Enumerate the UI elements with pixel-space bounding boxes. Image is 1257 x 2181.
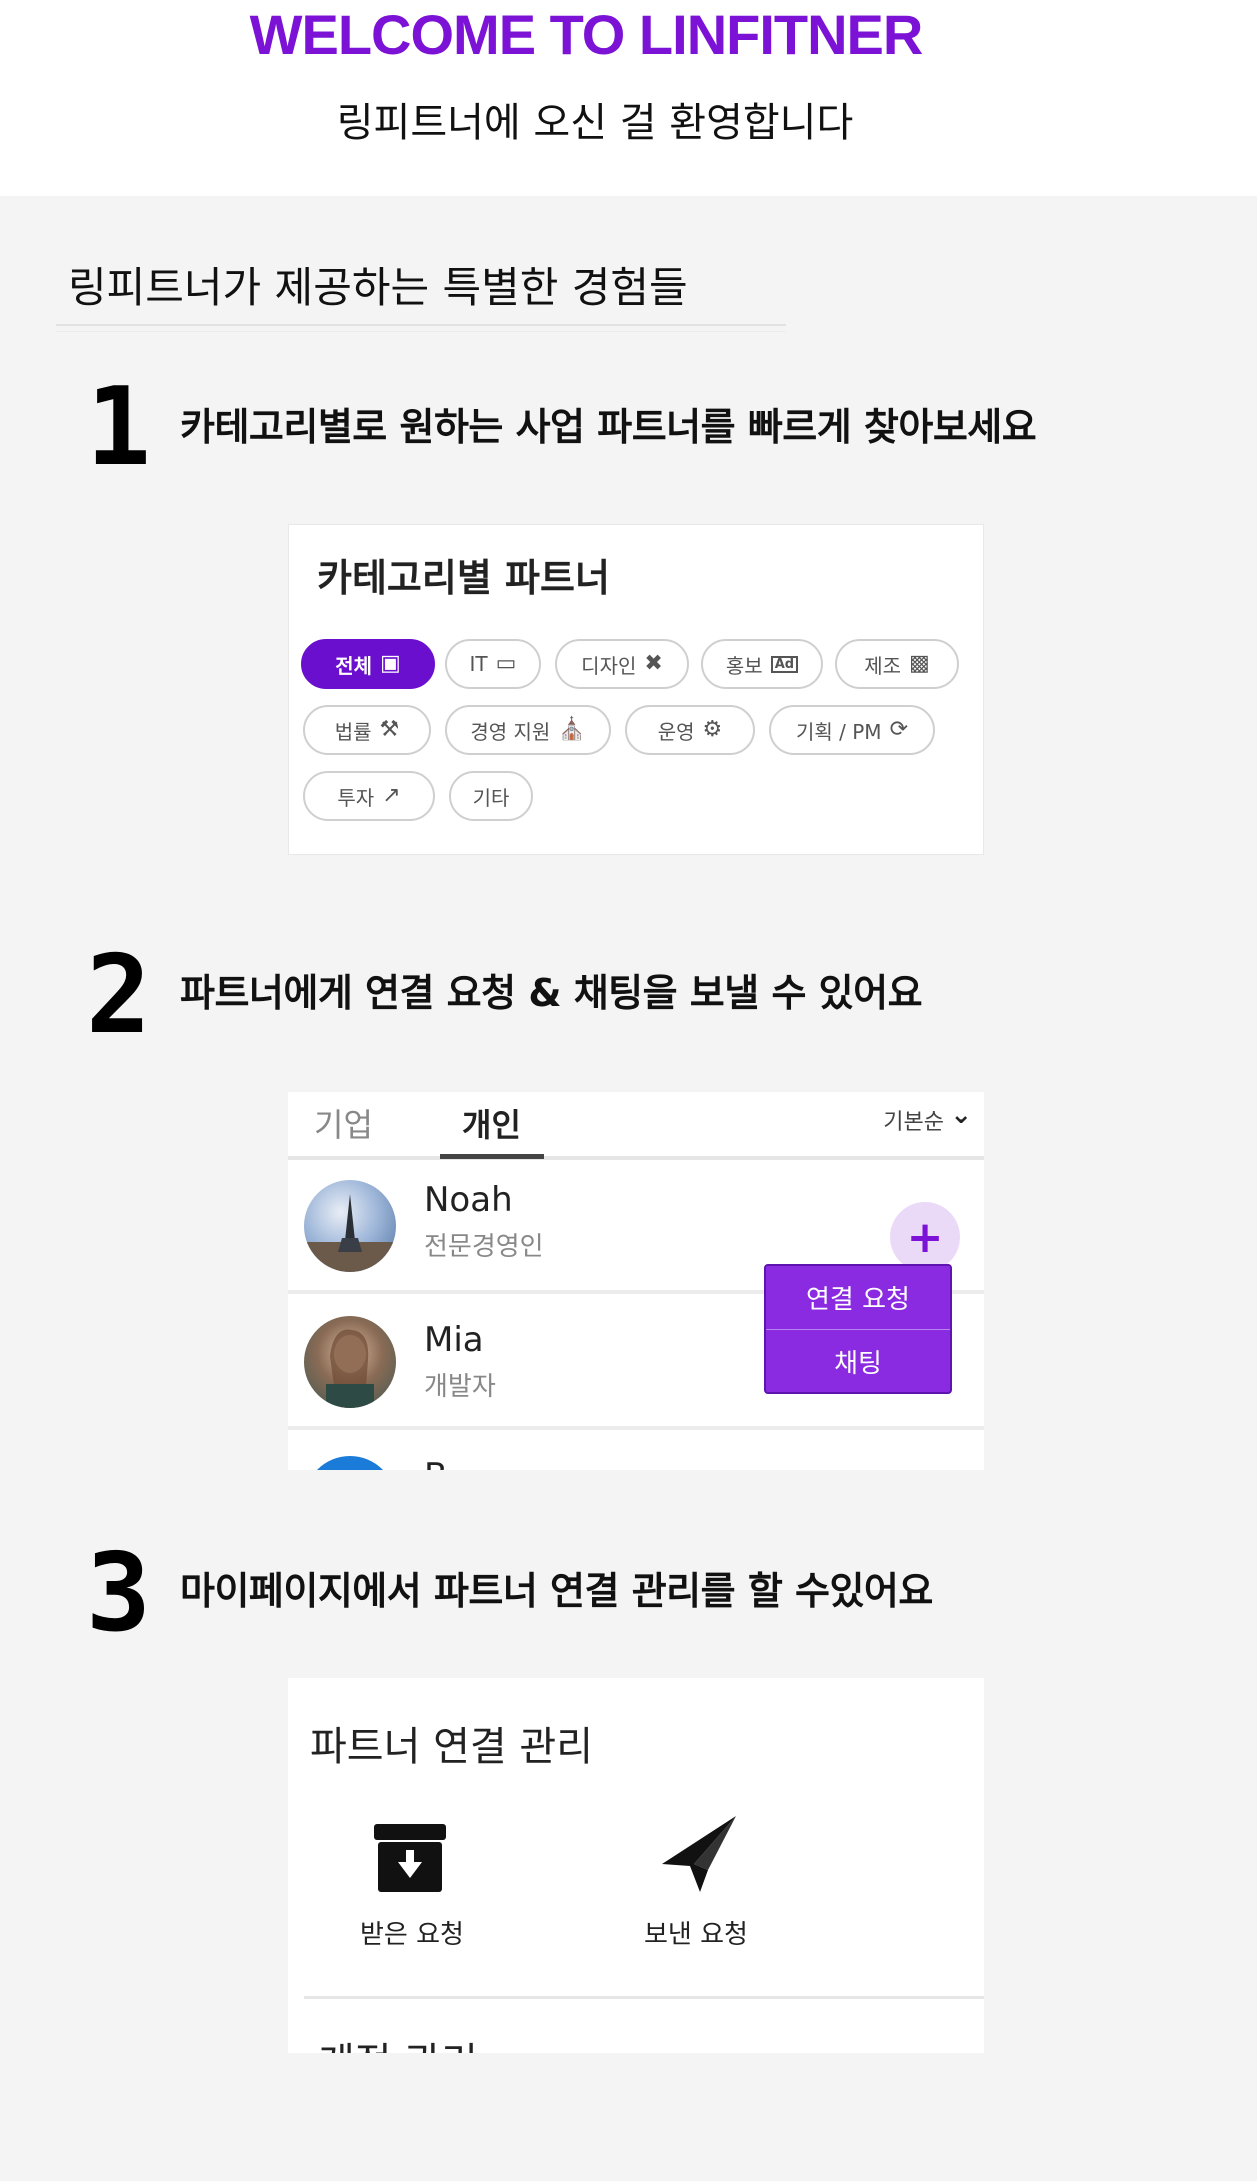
avatar (304, 1180, 396, 1272)
eiffel-tower-image (304, 1194, 396, 1272)
partner-list-card: 기업 개인 기본순 ⌄ Noah 전문경영인 Mia 개발자 B (288, 1092, 984, 1470)
laptop-icon: ▭ (495, 651, 517, 676)
received-requests-button[interactable]: 받은 요청 (348, 1820, 470, 1950)
chip-label: 법률 (334, 719, 372, 744)
connection-manage-card: 파트너 연결 관리 받은 요청 보낸 요청 계정 관리 (288, 1678, 984, 2053)
chip-label: 기타 (472, 785, 510, 810)
avatar (304, 1456, 396, 1470)
chip-management[interactable]: 경영 지원 ⛪ (445, 705, 611, 755)
chevron-down-icon[interactable]: ⌄ (950, 1100, 972, 1130)
welcome-title: WELCOME TO LINFITNER (249, 3, 924, 66)
bank-icon: ⛪ (558, 717, 586, 742)
partner-tabs: 기업 개인 기본순 ⌄ (288, 1092, 984, 1160)
chip-planning-pm[interactable]: 기획 / PM ⟳ (769, 705, 935, 755)
partner-name: B (424, 1456, 447, 1470)
chip-label: 운영 (657, 719, 695, 744)
chip-label: 제조 (864, 653, 901, 678)
chip-label: 기획 / PM (795, 719, 882, 744)
chip-label: 홍보 (725, 653, 763, 678)
cycle-icon: ⟳ (889, 717, 908, 742)
step-2-number: 2 (86, 933, 152, 1058)
chip-label: 경영 지원 (470, 719, 551, 744)
person-image (326, 1329, 374, 1408)
chip-operation[interactable]: 운영 ⚙ (625, 705, 755, 755)
factory-icon: ▩ (909, 651, 930, 676)
card-divider (304, 1996, 984, 1999)
sent-requests-button[interactable]: 보낸 요청 (640, 1812, 762, 1950)
tab-individual[interactable]: 개인 (462, 1100, 521, 1146)
tab-company[interactable]: 기업 (314, 1100, 373, 1146)
chip-etc[interactable]: 기타 (449, 771, 533, 821)
account-manage-label[interactable]: 계정 관리 (318, 2030, 478, 2053)
category-card-title: 카테고리별 파트너 (317, 556, 610, 600)
connection-manage-title: 파트너 연결 관리 (310, 1724, 594, 1770)
section-title: 링피트너가 제공하는 특별한 경험들 (68, 263, 688, 312)
send-plane-icon (662, 1816, 736, 1892)
chip-investment[interactable]: 투자 ↗ (303, 771, 435, 821)
partner-name: Mia (424, 1320, 484, 1360)
header: WELCOME TO LINFITNER 링피트너에 오신 걸 환영합니다 (0, 0, 1257, 196)
design-tools-icon: ✖ (644, 651, 663, 676)
sort-dropdown[interactable]: 기본순 (883, 1104, 944, 1136)
chip-label: 투자 (337, 785, 375, 810)
step-3-number: 3 (86, 1531, 152, 1656)
category-card: 카테고리별 파트너 전체 ▣ IT ▭ 디자인 ✖ 홍보 Ad 제조 ▩ 법률 … (288, 524, 984, 855)
step-1-text: 카테고리별로 원하는 사업 파트너를 빠르게 찾아보세요 (180, 405, 1037, 449)
inbox-icon: ▣ (380, 651, 401, 676)
chart-up-icon: ↗ (382, 783, 401, 808)
section-divider (56, 324, 786, 326)
sent-requests-label: 보낸 요청 (644, 1920, 748, 1950)
welcome-subtitle: 링피트너에 오신 걸 환영합니다 (336, 100, 854, 146)
add-partner-button[interactable]: + (890, 1202, 960, 1272)
chip-it[interactable]: IT ▭ (445, 639, 541, 689)
chat-menu-item[interactable]: 채팅 (766, 1330, 950, 1392)
active-tab-indicator (440, 1154, 544, 1159)
chip-legal[interactable]: 법률 ⚒ (303, 705, 431, 755)
step-3-text: 마이페이지에서 파트너 연결 관리를 할 수있어요 (180, 1569, 933, 1613)
step-1-number: 1 (86, 365, 152, 490)
received-requests-label: 받은 요청 (360, 1920, 464, 1950)
inbox-download-icon (374, 1824, 446, 1892)
gavel-icon: ⚒ (379, 717, 400, 742)
partner-action-menu: 연결 요청 채팅 (764, 1264, 952, 1394)
ad-icon: Ad (770, 655, 799, 673)
partner-role: 개발자 (424, 1372, 496, 1402)
chip-all[interactable]: 전체 ▣ (301, 639, 435, 689)
chip-label: IT (469, 652, 488, 676)
partner-row[interactable]: B (288, 1434, 984, 1470)
connect-request-menu-item[interactable]: 연결 요청 (766, 1266, 950, 1328)
gear-icon: ⚙ (702, 717, 723, 742)
avatar (304, 1316, 396, 1408)
chip-promotion[interactable]: 홍보 Ad (701, 639, 823, 689)
chip-design[interactable]: 디자인 ✖ (555, 639, 689, 689)
chip-label: 전체 (335, 653, 372, 678)
step-2-text: 파트너에게 연결 요청 & 채팅을 보낼 수 있어요 (180, 971, 923, 1015)
chip-manufacturing[interactable]: 제조 ▩ (835, 639, 959, 689)
partner-name: Noah (424, 1180, 513, 1220)
partner-role: 전문경영인 (424, 1232, 544, 1262)
section-divider-secondary (56, 331, 786, 332)
chip-label: 디자인 (581, 653, 637, 678)
